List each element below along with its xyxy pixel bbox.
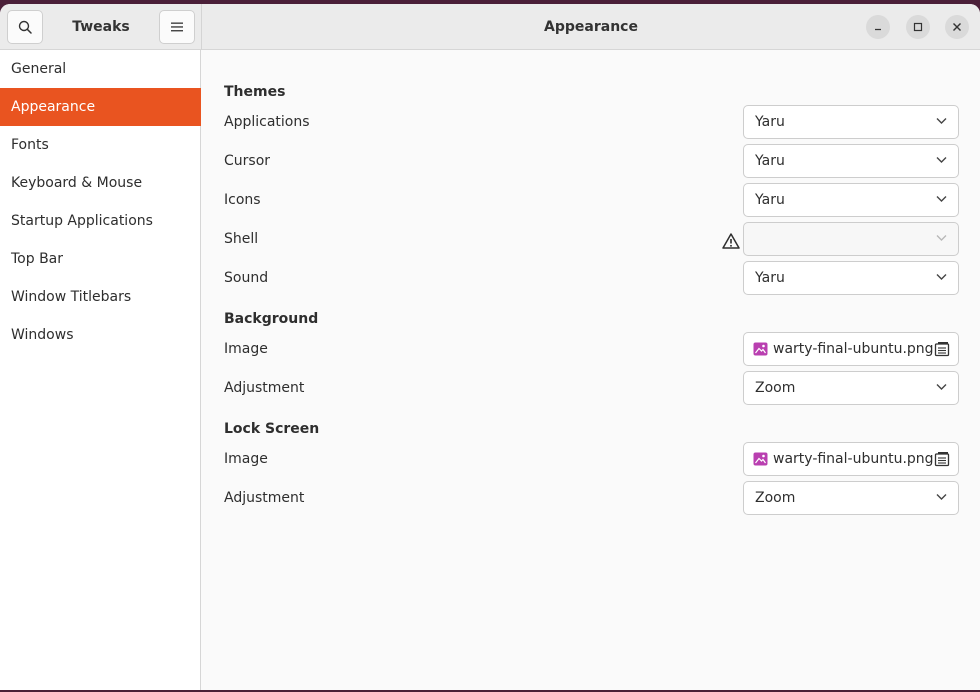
section-title-lock-screen: Lock Screen [224, 421, 320, 437]
chevron-down-icon [936, 235, 947, 241]
chevron-down-icon [936, 196, 947, 202]
background-image-label: Image [224, 341, 268, 357]
sidebar-item-appearance[interactable]: Appearance [0, 88, 201, 126]
chevron-down-icon [936, 274, 947, 280]
minimize-button[interactable] [866, 15, 890, 39]
cursor-theme-value: Yaru [755, 153, 785, 169]
cursor-theme-dropdown[interactable]: Yaru [743, 144, 959, 178]
background-adjustment-label: Adjustment [224, 380, 305, 396]
image-file-icon [753, 452, 768, 466]
sound-label: Sound [224, 270, 269, 286]
sidebar-item-window-titlebars[interactable]: Window Titlebars [0, 278, 201, 316]
chevron-down-icon [936, 384, 947, 390]
document-open-icon [934, 452, 950, 467]
sidebar-item-startup-applications[interactable]: Startup Applications [0, 202, 201, 240]
lock-screen-image-label: Image [224, 451, 268, 467]
section-title-background: Background [224, 311, 319, 327]
search-icon [18, 20, 32, 34]
background-image-filename: warty-final-ubuntu.png [773, 341, 934, 357]
close-button[interactable] [945, 15, 969, 39]
applications-label: Applications [224, 114, 310, 130]
background-image-file-button[interactable]: warty-final-ubuntu.png [743, 332, 959, 366]
sidebar-item-windows[interactable]: Windows [0, 316, 201, 354]
section-title-themes: Themes [224, 84, 286, 100]
sidebar-item-top-bar[interactable]: Top Bar [0, 240, 201, 278]
icons-theme-dropdown[interactable]: Yaru [743, 183, 959, 217]
minimize-icon [875, 28, 881, 31]
applications-theme-value: Yaru [755, 114, 785, 130]
close-icon [953, 23, 961, 31]
chevron-down-icon [936, 494, 947, 500]
lock-screen-image-file-button[interactable]: warty-final-ubuntu.png [743, 442, 959, 476]
applications-theme-dropdown[interactable]: Yaru [743, 105, 959, 139]
maximize-button[interactable] [906, 15, 930, 39]
header-bar: Tweaks Appearance [0, 4, 980, 50]
document-open-icon [934, 342, 950, 357]
chevron-down-icon [936, 118, 947, 124]
search-button[interactable] [7, 10, 43, 44]
shell-label: Shell [224, 231, 259, 247]
lock-screen-image-filename: warty-final-ubuntu.png [773, 451, 934, 467]
menu-button[interactable] [159, 10, 195, 44]
sound-theme-value: Yaru [755, 270, 785, 286]
image-file-icon [753, 342, 768, 356]
sidebar-item-fonts[interactable]: Fonts [0, 126, 201, 164]
appearance-panel: Themes Applications Yaru Cursor Yaru Ico… [202, 50, 980, 690]
lock-screen-adjustment-value: Zoom [755, 490, 796, 506]
sidebar-item-keyboard-mouse[interactable]: Keyboard & Mouse [0, 164, 201, 202]
background-adjustment-value: Zoom [755, 380, 796, 396]
lock-screen-adjustment-label: Adjustment [224, 490, 305, 506]
maximize-icon [913, 22, 923, 32]
lock-screen-adjustment-dropdown[interactable]: Zoom [743, 481, 959, 515]
icons-theme-value: Yaru [755, 192, 785, 208]
sidebar-item-general[interactable]: General [0, 50, 201, 88]
cursor-label: Cursor [224, 153, 271, 169]
page-title: Appearance [544, 19, 638, 35]
sidebar: General Appearance Fonts Keyboard & Mous… [0, 50, 201, 690]
icons-label: Icons [224, 192, 261, 208]
warning-icon [722, 233, 740, 249]
chevron-down-icon [936, 157, 947, 163]
sound-theme-dropdown[interactable]: Yaru [743, 261, 959, 295]
hamburger-menu-icon [171, 22, 183, 32]
app-title: Tweaks [72, 19, 130, 35]
tweaks-window: Tweaks Appearance General Appearance Fon… [0, 4, 980, 690]
background-adjustment-dropdown[interactable]: Zoom [743, 371, 959, 405]
shell-theme-dropdown[interactable] [743, 222, 959, 256]
